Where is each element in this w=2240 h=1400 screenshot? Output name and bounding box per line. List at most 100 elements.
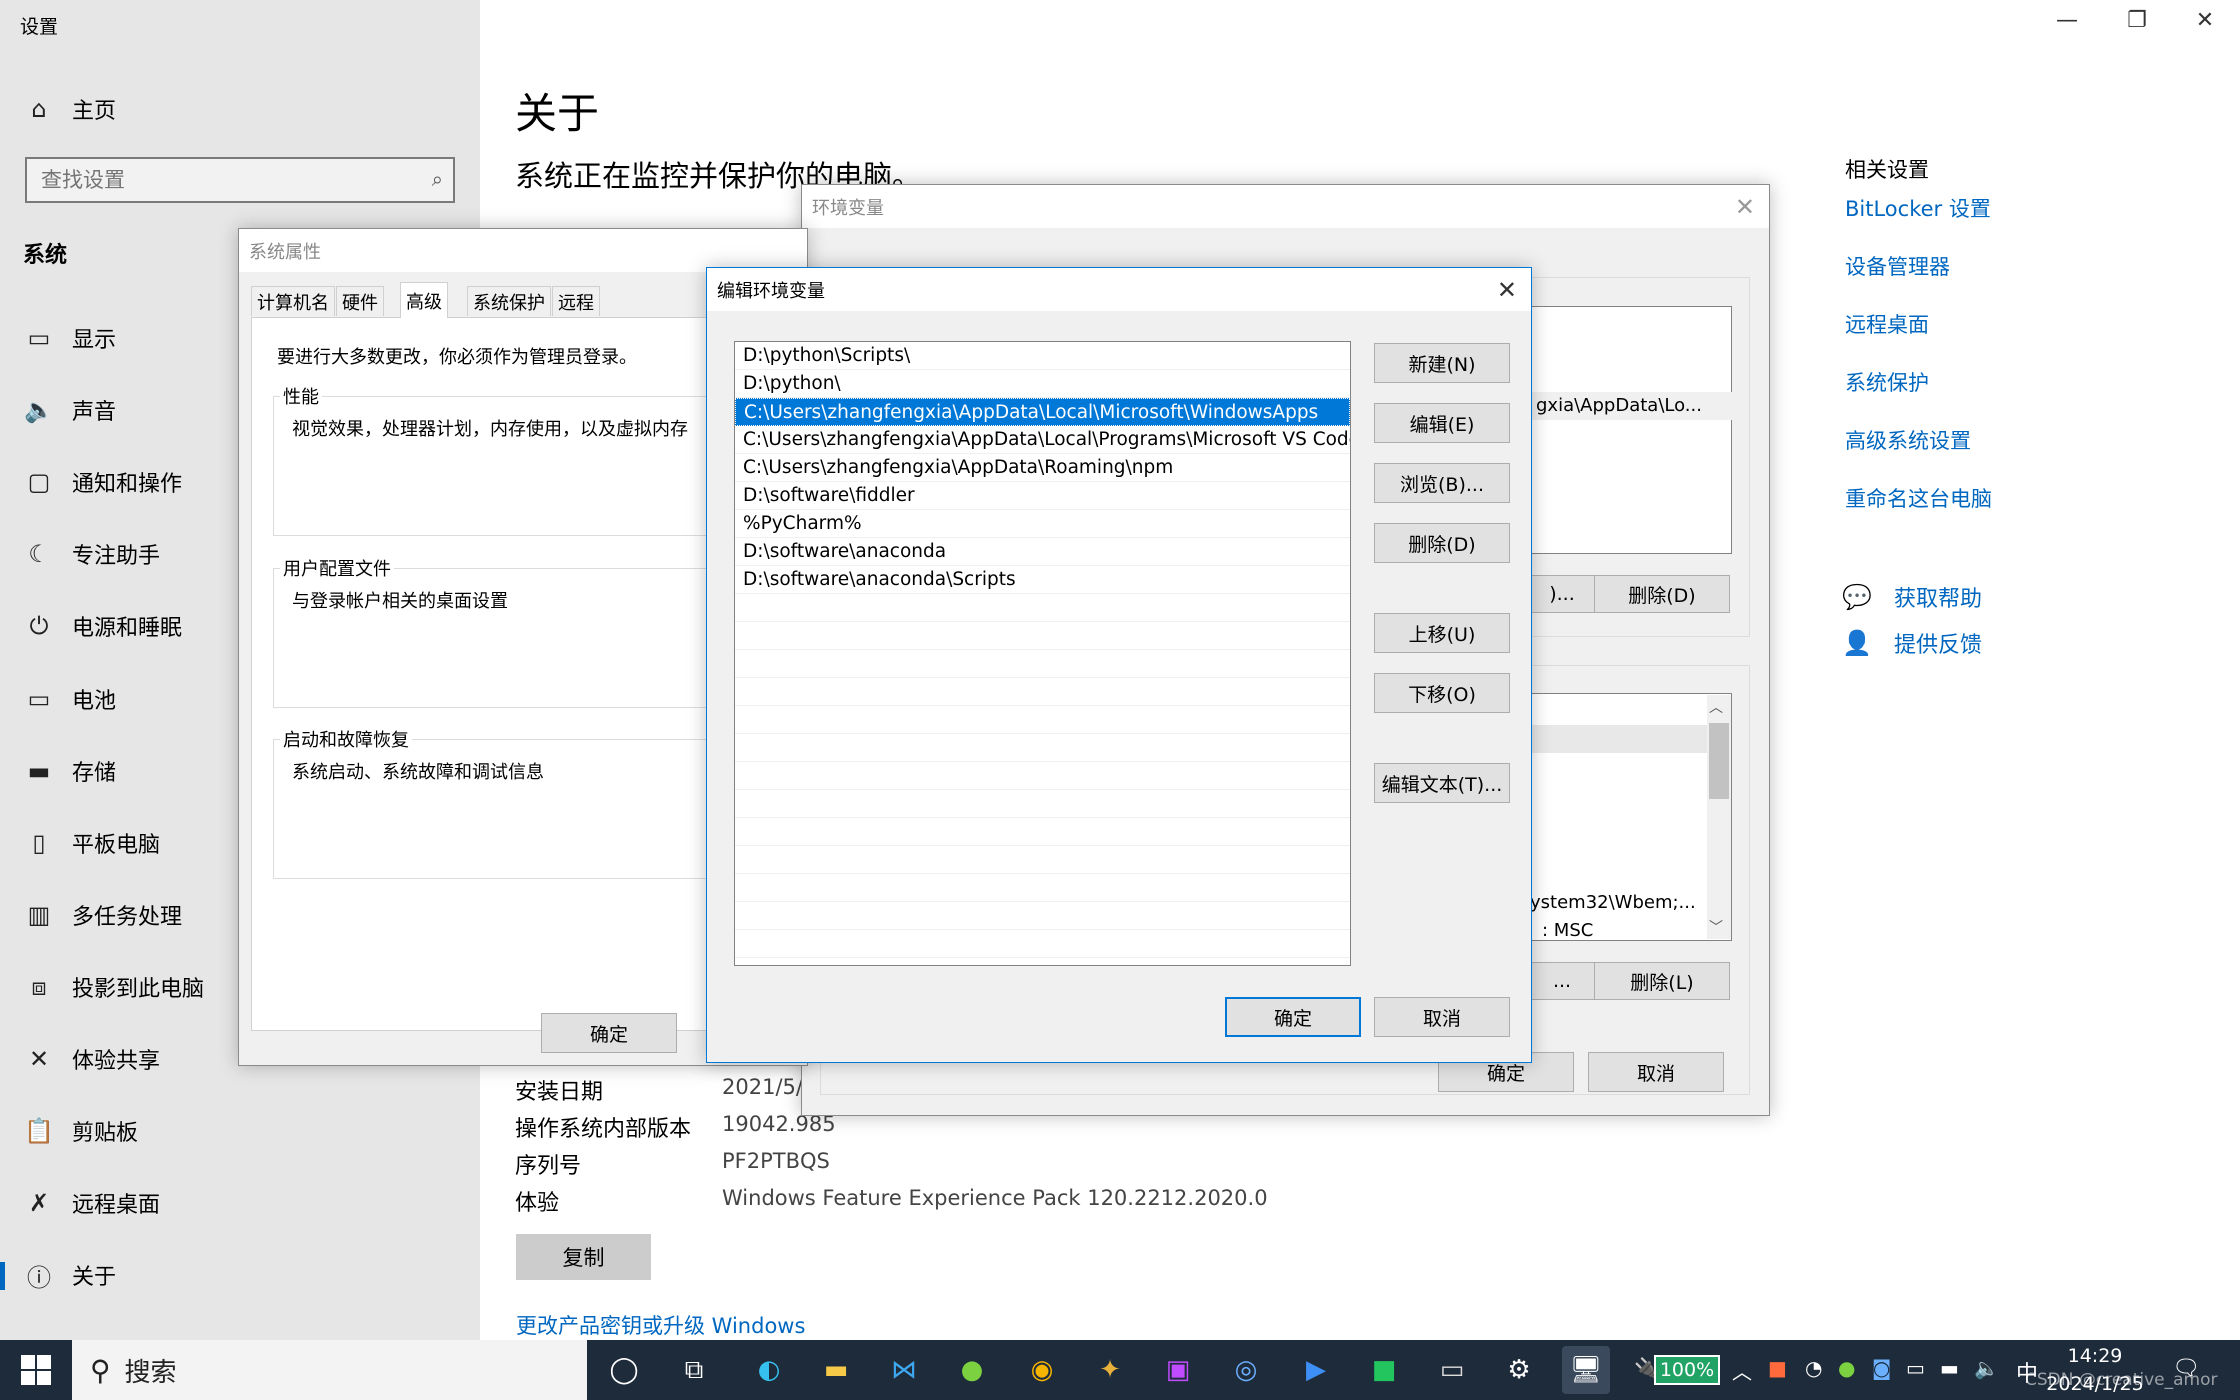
remote-desktop-link[interactable]: 远程桌面 (1845, 309, 1929, 339)
tray-app-icon[interactable]: ◙ (1872, 1356, 1891, 1380)
feedback-icon: 👤 (1842, 629, 1872, 657)
list-item[interactable] (735, 622, 1350, 650)
list-item[interactable] (735, 650, 1350, 678)
tab-remote[interactable]: 远程 (552, 286, 600, 316)
sidebar-item[interactable]: 📋 剪贴板 (0, 1104, 480, 1158)
phpstorm-icon[interactable]: ▣ (1154, 1346, 1202, 1394)
list-item[interactable]: D:\software\anaconda\Scripts (735, 566, 1350, 594)
list-item[interactable]: D:\software\anaconda (735, 538, 1350, 566)
list-item[interactable] (735, 818, 1350, 846)
sidebar-item-label: 平板电脑 (72, 832, 161, 858)
new-button[interactable]: 新建(N) (1374, 343, 1510, 383)
app-icon[interactable]: ✦ (1086, 1346, 1134, 1394)
scrollbar[interactable]: ︿ ﹀ (1707, 695, 1731, 939)
spec-label: 体验 (515, 1191, 560, 1216)
scroll-thumb[interactable] (1709, 723, 1729, 799)
system-protection-link[interactable]: 系统保护 (1845, 367, 1929, 397)
system-var-value-2: : MSC (1542, 920, 1594, 941)
list-item[interactable] (735, 874, 1350, 902)
list-item[interactable]: C:\Users\zhangfengxia\AppData\Roaming\np… (735, 454, 1350, 482)
wechat-tray-icon[interactable]: ● (1838, 1356, 1855, 1380)
search-field[interactable]: ⌕ (25, 157, 455, 203)
list-item[interactable] (735, 930, 1350, 958)
sidebar-item[interactable]: ⓘ 关于 (0, 1248, 480, 1302)
system-properties-icon[interactable]: 🖥 (1562, 1346, 1610, 1394)
edit-button[interactable]: 编辑(E) (1374, 403, 1510, 443)
start-button[interactable] (0, 1340, 72, 1400)
page-title: 关于 (515, 89, 600, 138)
edit-text-button[interactable]: 编辑文本(T)... (1374, 763, 1510, 803)
list-item[interactable]: D:\python\Scripts\ (735, 342, 1350, 370)
tray-app-icon[interactable]: ▭ (1906, 1356, 1925, 1380)
list-item[interactable]: C:\Users\zhangfengxia\AppData\Local\Micr… (735, 398, 1350, 426)
battery-icon: ▭ (27, 684, 51, 713)
app-icon[interactable]: ■ (1360, 1346, 1408, 1394)
restore-icon[interactable]: ❐ (2112, 8, 2162, 33)
advanced-system-settings-link[interactable]: 高级系统设置 (1845, 425, 1971, 455)
list-item[interactable] (735, 846, 1350, 874)
copy-button[interactable]: 复制 (516, 1234, 651, 1280)
list-item[interactable] (735, 734, 1350, 762)
cancel-button[interactable]: 取消 (1374, 997, 1510, 1037)
close-icon[interactable]: ✕ (2180, 8, 2230, 33)
taskbar-search[interactable]: ⚲ 搜索 (72, 1340, 587, 1400)
vscode-icon[interactable]: ⋈ (880, 1346, 928, 1394)
wechat-icon[interactable]: ● (948, 1346, 996, 1394)
sidebar-item[interactable]: ✗ 远程桌面 (0, 1176, 480, 1230)
file-explorer-icon[interactable]: ▬ (812, 1346, 860, 1394)
app-icon[interactable]: ◎ (1222, 1346, 1270, 1394)
list-item[interactable]: D:\software\fiddler (735, 482, 1350, 510)
edge-icon[interactable]: ◐ (745, 1346, 793, 1394)
list-item[interactable] (735, 762, 1350, 790)
volume-icon[interactable]: 🔈 (1974, 1356, 1999, 1380)
delete-button[interactable]: 删除(D) (1374, 523, 1510, 563)
feedback-link[interactable]: 👤 提供反馈 (1842, 627, 1982, 659)
chevron-up-icon[interactable]: ︿ (1732, 1356, 1752, 1385)
move-down-button[interactable]: 下移(O) (1374, 673, 1510, 713)
powershell-icon[interactable]: ▶ (1292, 1346, 1340, 1394)
scroll-down-icon[interactable]: ﹀ (1709, 917, 1723, 937)
list-item[interactable] (735, 678, 1350, 706)
browse-button[interactable]: 浏览(B)... (1374, 463, 1510, 503)
nav-home[interactable]: ⌂ 主页 (0, 82, 480, 136)
close-icon[interactable]: ✕ (1497, 276, 1517, 304)
tray-app-icon[interactable]: ■ (1768, 1356, 1787, 1380)
tab-advanced[interactable]: 高级 (400, 282, 448, 318)
list-item[interactable] (735, 902, 1350, 930)
settings-gear-icon[interactable]: ⚙ (1495, 1346, 1543, 1394)
tab-computer-name[interactable]: 计算机名 (251, 286, 335, 316)
spec-label: 序列号 (515, 1154, 582, 1179)
window-title: 设置 (20, 16, 59, 38)
list-item[interactable] (735, 706, 1350, 734)
device-manager-link[interactable]: 设备管理器 (1845, 251, 1950, 281)
list-item[interactable]: %PyCharm% (735, 510, 1350, 538)
cortana-icon[interactable]: ◯ (600, 1346, 648, 1394)
list-item[interactable] (735, 594, 1350, 622)
list-item[interactable] (735, 790, 1350, 818)
list-item[interactable]: D:\python\ (735, 370, 1350, 398)
user-delete-button[interactable]: 删除(D) (1594, 575, 1730, 613)
bitlocker-link[interactable]: BitLocker 设置 (1845, 193, 1991, 223)
scroll-up-icon[interactable]: ︿ (1709, 697, 1723, 717)
rename-pc-link[interactable]: 重命名这台电脑 (1845, 483, 1992, 513)
wifi-icon[interactable]: ◔ (1805, 1356, 1822, 1380)
system-delete-button[interactable]: 删除(L) (1594, 962, 1730, 1000)
ok-button[interactable]: 确定 (1225, 997, 1361, 1037)
search-input[interactable] (27, 159, 407, 201)
battery-tray-icon[interactable]: ▬ (1940, 1356, 1959, 1380)
get-help-link[interactable]: 💬 获取帮助 (1842, 581, 1982, 613)
minimize-icon[interactable]: — (2042, 8, 2092, 33)
upgrade-windows-link[interactable]: 更改产品密钥或升级 Windows (516, 1310, 805, 1340)
tab-system-protection[interactable]: 系统保护 (467, 286, 551, 316)
move-up-button[interactable]: 上移(U) (1374, 613, 1510, 653)
sysprops-ok-button[interactable]: 确定 (541, 1013, 677, 1053)
env-cancel-button[interactable]: 取消 (1588, 1052, 1724, 1092)
chrome-icon[interactable]: ◉ (1018, 1346, 1066, 1394)
task-view-icon[interactable]: ⧉ (670, 1346, 718, 1394)
tab-hardware[interactable]: 硬件 (336, 286, 384, 316)
battery-indicator[interactable]: 100% (1654, 1355, 1720, 1385)
path-list[interactable]: D:\python\Scripts\ D:\python\ C:\Users\zha… (734, 341, 1351, 966)
list-item[interactable]: C:\Users\zhangfengxia\AppData\Local\Prog… (735, 426, 1350, 454)
close-icon[interactable]: ✕ (1735, 193, 1755, 221)
terminal-icon[interactable]: ▭ (1428, 1346, 1476, 1394)
